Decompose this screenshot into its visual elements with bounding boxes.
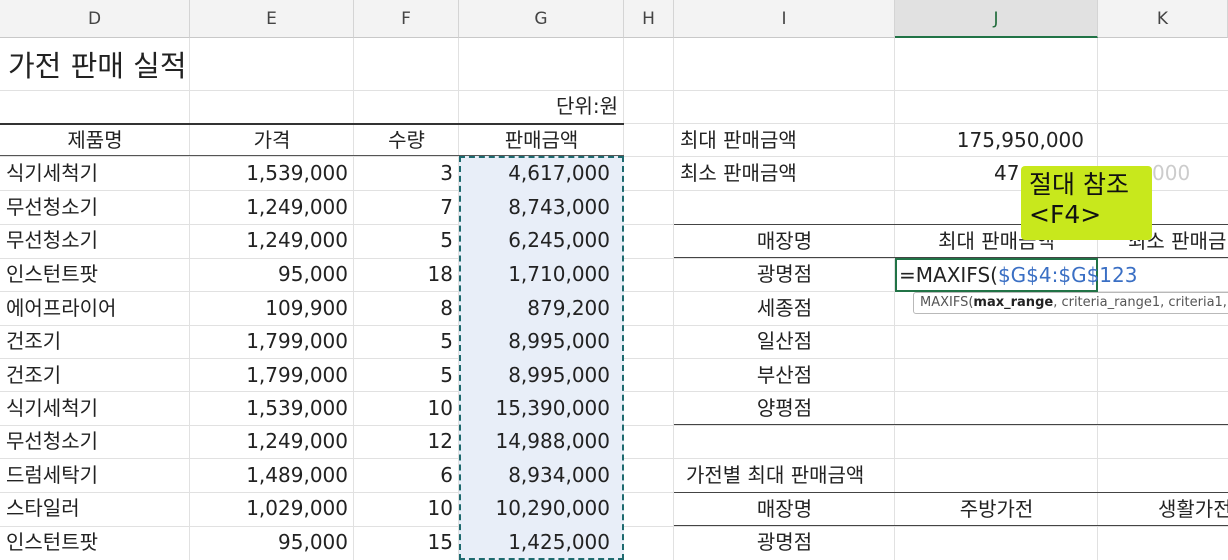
cell-sales[interactable]: 10,290,000: [459, 492, 624, 525]
cell-qty[interactable]: 6: [354, 459, 459, 492]
header-qty[interactable]: 수량: [354, 124, 459, 157]
cell-price[interactable]: 1,249,000: [190, 191, 354, 224]
cell-sales[interactable]: 1,425,000: [459, 526, 624, 559]
sheet-title[interactable]: 가전 판매 실적: [0, 38, 450, 94]
cell-qty[interactable]: 12: [354, 425, 459, 458]
cell-product[interactable]: 건조기: [0, 359, 190, 392]
cell-qty[interactable]: 5: [354, 325, 459, 358]
stores-header-store[interactable]: 매장명: [674, 225, 895, 258]
store-name[interactable]: 부산점: [674, 359, 895, 392]
column-header-j[interactable]: J: [895, 0, 1098, 38]
cell-price[interactable]: 95,000: [190, 526, 354, 559]
header-sales[interactable]: 판매금액: [459, 124, 624, 157]
cell-product[interactable]: 스타일러: [0, 492, 190, 525]
cell-sales[interactable]: 8,995,000: [459, 325, 624, 358]
cell-price[interactable]: 95,000: [190, 258, 354, 291]
column-header-k[interactable]: K: [1098, 0, 1228, 38]
cell-product[interactable]: 식기세척기: [0, 392, 190, 425]
cell-qty[interactable]: 8: [354, 292, 459, 325]
column-header-f[interactable]: F: [354, 0, 459, 38]
cell-price[interactable]: 1,539,000: [190, 157, 354, 190]
cell-price[interactable]: 1,249,000: [190, 224, 354, 257]
callout-line1: 절대 참조: [1029, 170, 1129, 199]
cell-qty[interactable]: 10: [354, 492, 459, 525]
absolute-reference-callout: 절대 참조 <F4>: [1021, 166, 1152, 240]
category-header-kitchen[interactable]: 주방가전: [895, 493, 1098, 526]
cell-product[interactable]: 무선청소기: [0, 425, 190, 458]
cell-product[interactable]: 무선청소기: [0, 224, 190, 257]
cell-product[interactable]: 에어프라이어: [0, 292, 190, 325]
cell-sales[interactable]: 4,617,000: [459, 157, 624, 190]
max-sales-value[interactable]: 175,950,000: [895, 124, 1098, 157]
cell-qty[interactable]: 7: [354, 191, 459, 224]
cell-qty[interactable]: 3: [354, 157, 459, 190]
column-header-i[interactable]: I: [674, 0, 895, 38]
cell-product[interactable]: 드럼세탁기: [0, 459, 190, 492]
cell-sales[interactable]: 15,390,000: [459, 392, 624, 425]
cell-price[interactable]: 1,489,000: [190, 459, 354, 492]
stores-table-bottom-border: [674, 424, 1228, 425]
function-arguments-tooltip[interactable]: MAXIFS(max_range, criteria_range1, crite…: [913, 292, 1228, 314]
cell-product[interactable]: 인스턴트팟: [0, 526, 190, 559]
cell-qty[interactable]: 5: [354, 359, 459, 392]
cell-sales[interactable]: 14,988,000: [459, 425, 624, 458]
column-header-d[interactable]: D: [0, 0, 190, 38]
callout-line2: <F4>: [1029, 200, 1102, 229]
column-header-h[interactable]: H: [624, 0, 674, 38]
unit-label[interactable]: 단위:원: [459, 90, 624, 123]
formula-range-ref: $G$4:$G$123: [997, 263, 1138, 287]
category-header-store[interactable]: 매장명: [674, 493, 895, 526]
store-name[interactable]: 광명점: [674, 258, 895, 291]
cell-price[interactable]: 109,900: [190, 292, 354, 325]
tooltip-rest: , criteria_range1, criteria1, ...: [1053, 295, 1228, 310]
cell-price[interactable]: 1,799,000: [190, 325, 354, 358]
cell-sales[interactable]: 1,710,000: [459, 258, 624, 291]
store-name[interactable]: 양평점: [674, 392, 895, 425]
cell-sales[interactable]: 6,245,000: [459, 224, 624, 257]
cell-product[interactable]: 인스턴트팟: [0, 258, 190, 291]
formula-text[interactable]: =MAXIFS($G$4:$G$123: [899, 258, 1137, 292]
cell-product[interactable]: 식기세척기: [0, 157, 190, 190]
cell-price[interactable]: 1,029,000: [190, 492, 354, 525]
cell-product[interactable]: 건조기: [0, 325, 190, 358]
header-product[interactable]: 제품명: [0, 124, 190, 157]
category-store-name[interactable]: 광명점: [674, 526, 895, 559]
cell-sales[interactable]: 8,995,000: [459, 359, 624, 392]
cell-qty[interactable]: 5: [354, 224, 459, 257]
max-sales-label[interactable]: 최대 판매금액: [674, 124, 895, 157]
cell-sales[interactable]: 879,200: [459, 292, 624, 325]
cell-price[interactable]: 1,539,000: [190, 392, 354, 425]
store-name[interactable]: 세종점: [674, 292, 895, 325]
tooltip-current-arg[interactable]: max_range: [973, 295, 1053, 310]
cell-price[interactable]: 1,799,000: [190, 359, 354, 392]
category-table-title[interactable]: 가전별 최대 판매금액: [680, 459, 930, 492]
tooltip-fn: MAXIFS(: [920, 295, 974, 310]
min-sales-value-tail[interactable]: 000: [1152, 157, 1202, 190]
cell-price[interactable]: 1,249,000: [190, 425, 354, 458]
cell-sales[interactable]: 8,743,000: [459, 191, 624, 224]
cell-sales[interactable]: 8,934,000: [459, 459, 624, 492]
cell-qty[interactable]: 15: [354, 526, 459, 559]
cell-qty[interactable]: 10: [354, 392, 459, 425]
header-price[interactable]: 가격: [190, 124, 354, 157]
formula-prefix: =MAXIFS(: [899, 263, 998, 287]
column-header-e[interactable]: E: [190, 0, 354, 38]
cell-product[interactable]: 무선청소기: [0, 191, 190, 224]
min-sales-label[interactable]: 최소 판매금액: [674, 157, 895, 190]
category-header-living[interactable]: 생활가전: [1158, 493, 1228, 526]
cell-qty[interactable]: 18: [354, 258, 459, 291]
column-header-g[interactable]: G: [459, 0, 624, 38]
store-name[interactable]: 일산점: [674, 325, 895, 358]
